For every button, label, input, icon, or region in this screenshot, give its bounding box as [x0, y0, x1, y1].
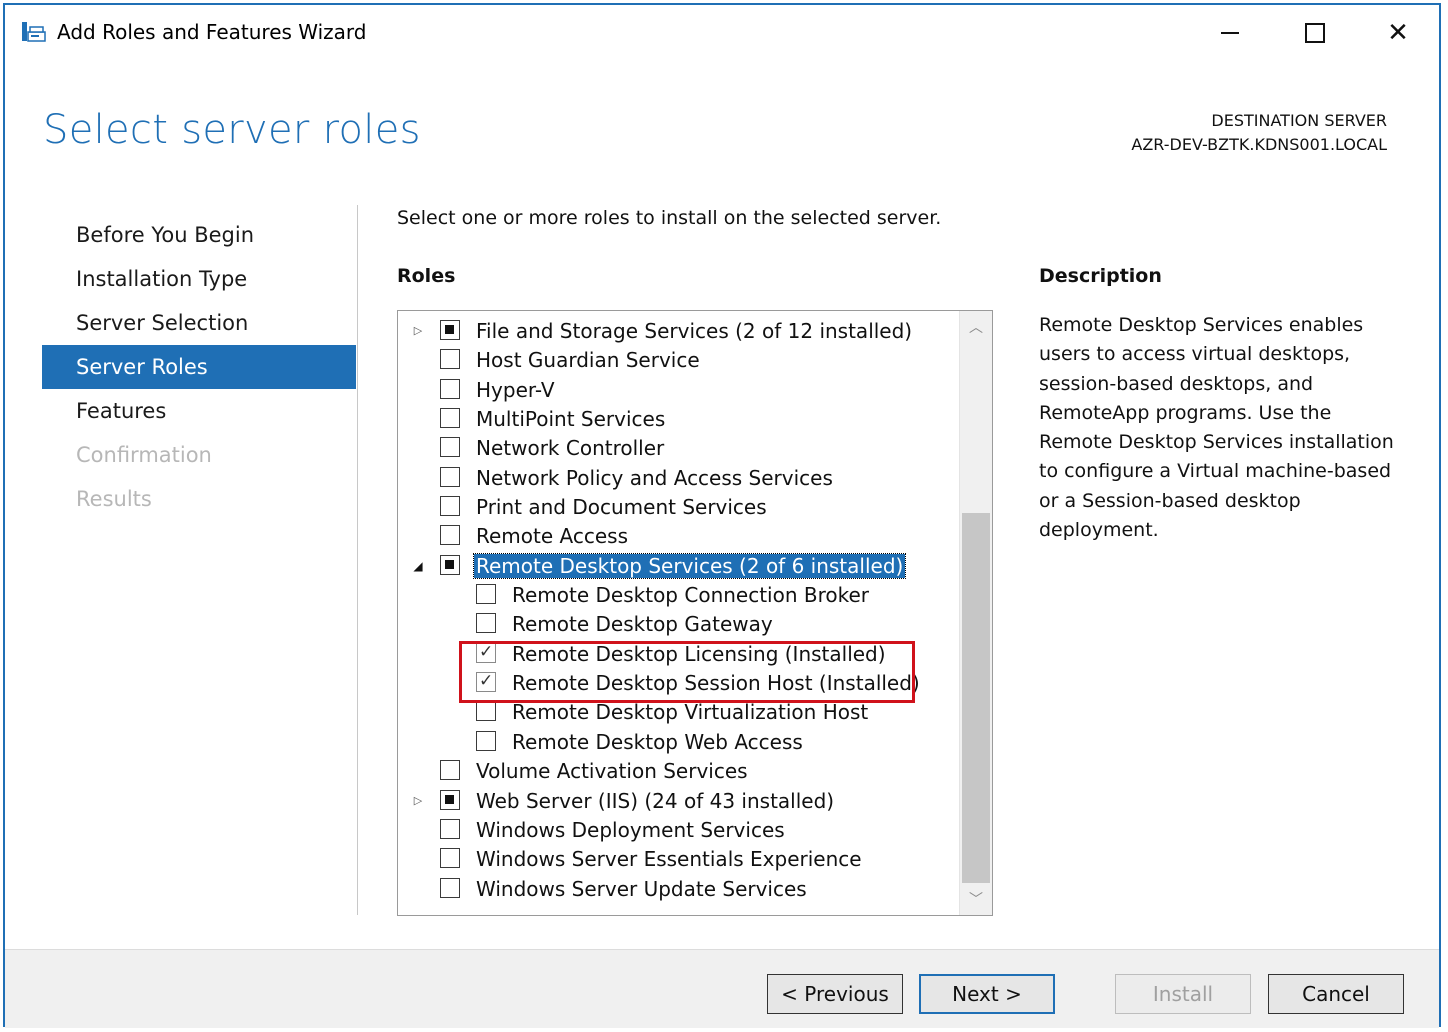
role-checkbox[interactable] [440, 877, 460, 898]
role-checkbox[interactable] [476, 730, 496, 751]
maximize-button[interactable] [1280, 11, 1350, 55]
role-label[interactable]: Remote Desktop Web Access [512, 730, 803, 754]
close-button[interactable]: ✕ [1363, 11, 1433, 55]
role-row[interactable]: Print and Document Services [398, 493, 958, 522]
role-checkbox[interactable] [476, 613, 496, 634]
roles-tree[interactable]: ▷ File and Storage Services (2 of 12 inst… [397, 310, 993, 916]
role-row[interactable]: ▷ Web Server (IIS) (24 of 43 installed) [398, 787, 958, 816]
window-title: Add Roles and Features Wizard [57, 20, 367, 44]
nav-item-features[interactable]: Features [42, 389, 356, 433]
wizard-nav: Before You Begin Installation Type Server … [42, 213, 356, 521]
role-label[interactable]: Remote Desktop Virtualization Host [512, 700, 868, 724]
role-label[interactable]: Hyper-V [476, 378, 555, 402]
role-row[interactable]: Remote Desktop Web Access [398, 728, 958, 757]
role-row[interactable]: Hyper-V [398, 376, 958, 405]
instruction-text: Select one or more roles to install on t… [397, 207, 942, 229]
role-checkbox[interactable] [440, 496, 460, 517]
nav-divider [357, 205, 358, 915]
roles-scrollbar[interactable]: ︿ ﹀ [959, 311, 992, 915]
destination-server-info: DESTINATION SERVER AZR-DEV-BZTK.KDNS001.… [1131, 109, 1387, 157]
role-row[interactable]: Remote Desktop Gateway [398, 610, 958, 639]
role-row[interactable]: Network Policy and Access Services [398, 464, 958, 493]
scroll-thumb[interactable] [962, 513, 990, 883]
role-checkbox[interactable] [440, 349, 460, 370]
role-checkbox[interactable] [440, 378, 460, 399]
nav-item-results: Results [76, 487, 152, 511]
role-label[interactable]: Print and Document Services [476, 495, 767, 519]
role-label[interactable]: File and Storage Services (2 of 12 insta… [476, 319, 912, 343]
description-text: Remote Desktop Services enables users to… [1039, 314, 1394, 542]
role-checkbox[interactable] [476, 701, 496, 722]
role-row[interactable]: Remote Desktop Connection Broker [398, 581, 958, 610]
role-row[interactable]: ◢ Remote Desktop Services (2 of 6 install… [398, 552, 958, 581]
page-title: Select server roles [43, 107, 421, 153]
role-label[interactable]: Web Server (IIS) (24 of 43 installed) [476, 789, 834, 813]
role-label[interactable]: Remote Access [476, 524, 628, 548]
close-icon: ✕ [1387, 18, 1409, 48]
role-checkbox[interactable] [440, 437, 460, 458]
role-checkbox[interactable] [440, 525, 460, 546]
role-label[interactable]: Windows Server Essentials Experience [476, 847, 862, 871]
role-label[interactable]: Host Guardian Service [476, 348, 700, 372]
role-row[interactable]: MultiPoint Services [398, 405, 958, 434]
roles-heading: Roles [397, 265, 456, 287]
role-row[interactable]: Network Controller [398, 434, 958, 463]
wizard-window: Add Roles and Features Wizard ✕ Select s… [3, 3, 1441, 1028]
previous-button[interactable]: < Previous [767, 974, 903, 1014]
role-checkbox[interactable] [440, 789, 460, 810]
description-heading: Description [1039, 265, 1162, 287]
collapsed-arrow-icon[interactable]: ▷ [412, 794, 424, 808]
role-row[interactable]: Host Guardian Service [398, 346, 958, 375]
nav-item-server-selection[interactable]: Server Selection [42, 301, 356, 345]
cancel-button[interactable]: Cancel [1268, 974, 1404, 1014]
role-label[interactable]: Remote Desktop Connection Broker [512, 583, 869, 607]
collapsed-arrow-icon[interactable]: ▷ [412, 324, 424, 338]
role-checkbox[interactable] [440, 466, 460, 487]
scroll-up-icon[interactable]: ︿ [960, 315, 992, 341]
minimize-button[interactable] [1195, 11, 1265, 55]
destination-label: DESTINATION SERVER [1211, 111, 1387, 130]
role-label[interactable]: MultiPoint Services [476, 407, 665, 431]
role-label[interactable]: Remote Desktop Gateway [512, 612, 773, 636]
role-label[interactable]: Network Policy and Access Services [476, 466, 833, 490]
roles-list: ▷ File and Storage Services (2 of 12 inst… [398, 317, 958, 904]
role-row[interactable]: Windows Deployment Services [398, 816, 958, 845]
role-row[interactable]: Windows Server Update Services [398, 875, 958, 904]
role-label[interactable]: Windows Server Update Services [476, 877, 807, 901]
role-row[interactable]: Windows Server Essentials Experience [398, 845, 958, 874]
role-checkbox[interactable] [440, 818, 460, 839]
nav-item-before-you-begin[interactable]: Before You Begin [42, 213, 356, 257]
button-bar: < Previous Next > Install Cancel [5, 949, 1439, 1028]
role-checkbox[interactable] [476, 584, 496, 605]
role-row[interactable]: Remote Access [398, 522, 958, 551]
expanded-arrow-icon[interactable]: ◢ [412, 559, 424, 573]
minimize-icon [1221, 32, 1239, 34]
role-checkbox[interactable] [440, 554, 460, 575]
destination-server-name: AZR-DEV-BZTK.KDNS001.LOCAL [1131, 135, 1387, 154]
server-manager-icon [22, 22, 46, 42]
install-button[interactable]: Install [1115, 974, 1251, 1014]
role-row[interactable]: ▷ File and Storage Services (2 of 12 inst… [398, 317, 958, 346]
highlight-annotation [459, 641, 915, 703]
role-checkbox[interactable] [440, 848, 460, 869]
nav-item-server-roles[interactable]: Server Roles [42, 345, 356, 389]
title-bar[interactable]: Add Roles and Features Wizard ✕ [5, 5, 1439, 61]
maximize-icon [1305, 23, 1325, 43]
role-checkbox[interactable] [440, 760, 460, 781]
role-label[interactable]: Remote Desktop Services (2 of 6 installe… [472, 552, 907, 579]
nav-item-installation-type[interactable]: Installation Type [42, 257, 356, 301]
scroll-down-icon[interactable]: ﹀ [960, 887, 992, 913]
role-label[interactable]: Network Controller [476, 436, 664, 460]
role-label[interactable]: Windows Deployment Services [476, 818, 785, 842]
role-checkbox[interactable] [440, 408, 460, 429]
next-button[interactable]: Next > [919, 974, 1055, 1014]
role-row[interactable]: Volume Activation Services [398, 757, 958, 786]
role-checkbox[interactable] [440, 320, 460, 340]
nav-item-confirmation: Confirmation [76, 443, 212, 467]
role-label[interactable]: Volume Activation Services [476, 759, 748, 783]
